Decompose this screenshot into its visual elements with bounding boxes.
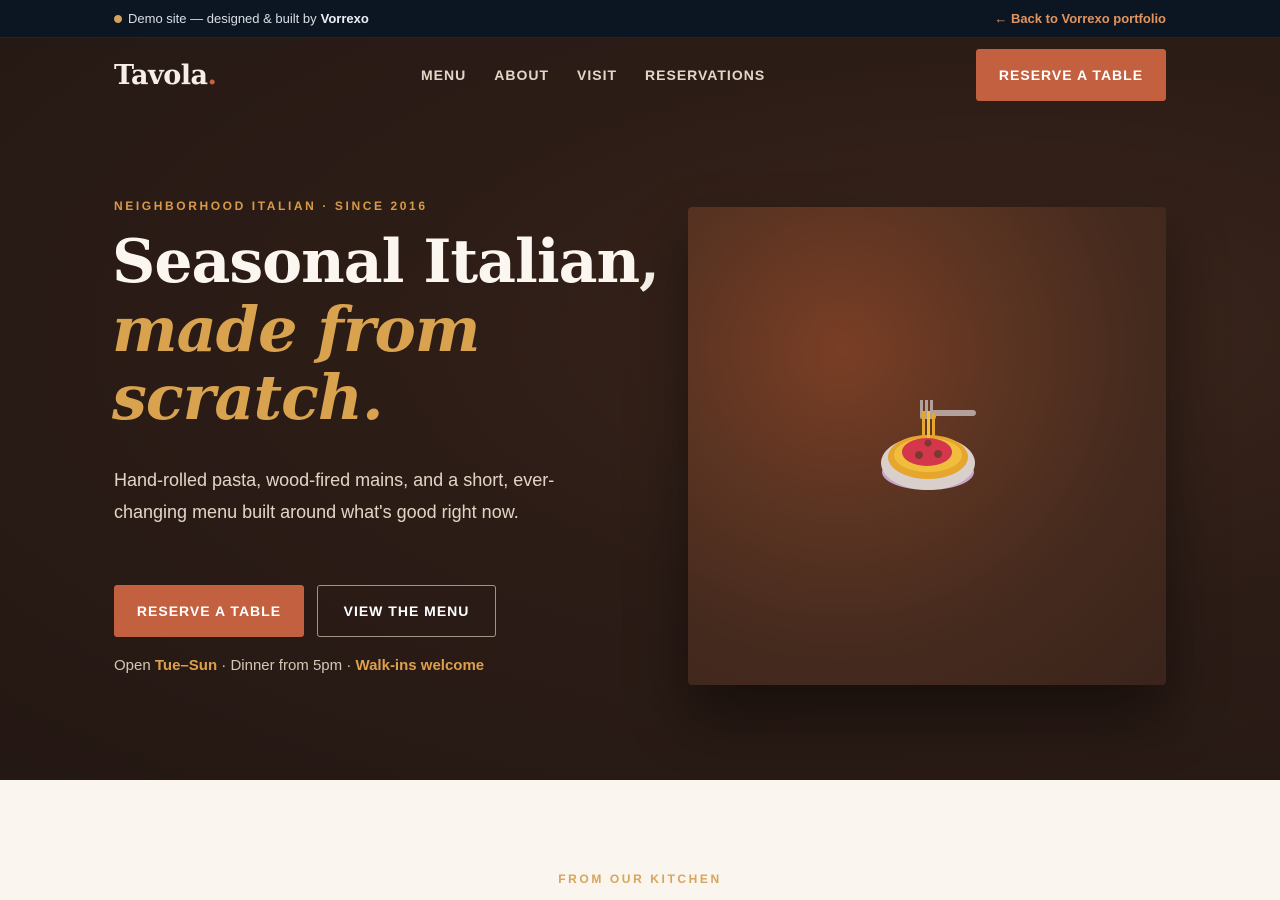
hero-section: Tavola. MENU ABOUT VISIT RESERVATIONS RE…: [0, 38, 1280, 780]
headline-line-2: made from: [112, 293, 480, 366]
hours-dinner: · Dinner from 5pm ·: [221, 657, 352, 674]
demo-banner: Demo site — designed & built by Vorrexo …: [0, 0, 1280, 38]
hours-days: Tue–Sun: [154, 657, 218, 674]
site-logo[interactable]: Tavola.: [114, 59, 217, 91]
headline-line-1: Seasonal Italian,: [112, 227, 660, 297]
walkins-note: Walk-ins welcome: [355, 657, 485, 674]
back-to-portfolio-link[interactable]: ← Back to Vorrexo portfolio: [994, 11, 1166, 26]
main-nav: Tavola. MENU ABOUT VISIT RESERVATIONS RE…: [114, 49, 1166, 101]
nav-link-menu[interactable]: MENU: [421, 67, 466, 83]
nav-links: MENU ABOUT VISIT RESERVATIONS: [421, 49, 765, 101]
reserve-table-button[interactable]: RESERVE A TABLE: [114, 585, 304, 637]
spaghetti-icon: [881, 400, 976, 490]
hero-headline: Seasonal Italian, made from scratch.: [112, 227, 660, 434]
logo-dot: .: [207, 59, 217, 91]
hours-prefix: Open: [114, 657, 151, 674]
headline-line-3: scratch.: [112, 361, 384, 434]
nav-reserve-button[interactable]: RESERVE A TABLE: [976, 49, 1166, 101]
kitchen-eyebrow: FROM OUR KITCHEN: [558, 872, 722, 886]
hero-subtext: Hand-rolled pasta, wood-fired mains, and…: [114, 470, 555, 522]
nav-link-visit[interactable]: VISIT: [577, 67, 617, 83]
view-menu-button[interactable]: VIEW THE MENU: [317, 585, 496, 637]
nav-link-about[interactable]: ABOUT: [494, 67, 549, 83]
hero-eyebrow: NEIGHBORHOOD ITALIAN · SINCE 2016: [114, 199, 428, 213]
status-dot: [114, 14, 122, 23]
opening-hours: Open Tue–Sun · Dinner from 5pm · Walk-in…: [114, 657, 484, 674]
demo-text: Demo site — designed & built by: [128, 11, 317, 26]
nav-link-reservations[interactable]: RESERVATIONS: [645, 67, 765, 83]
kitchen-section: FROM OUR KITCHEN: [0, 780, 1280, 900]
vorrexo-brand: Vorrexo: [320, 11, 369, 26]
demo-notice: Demo site — designed & built by Vorrexo: [114, 11, 369, 26]
logo-text: Tavola: [114, 59, 208, 91]
hero-image: [688, 207, 1166, 685]
